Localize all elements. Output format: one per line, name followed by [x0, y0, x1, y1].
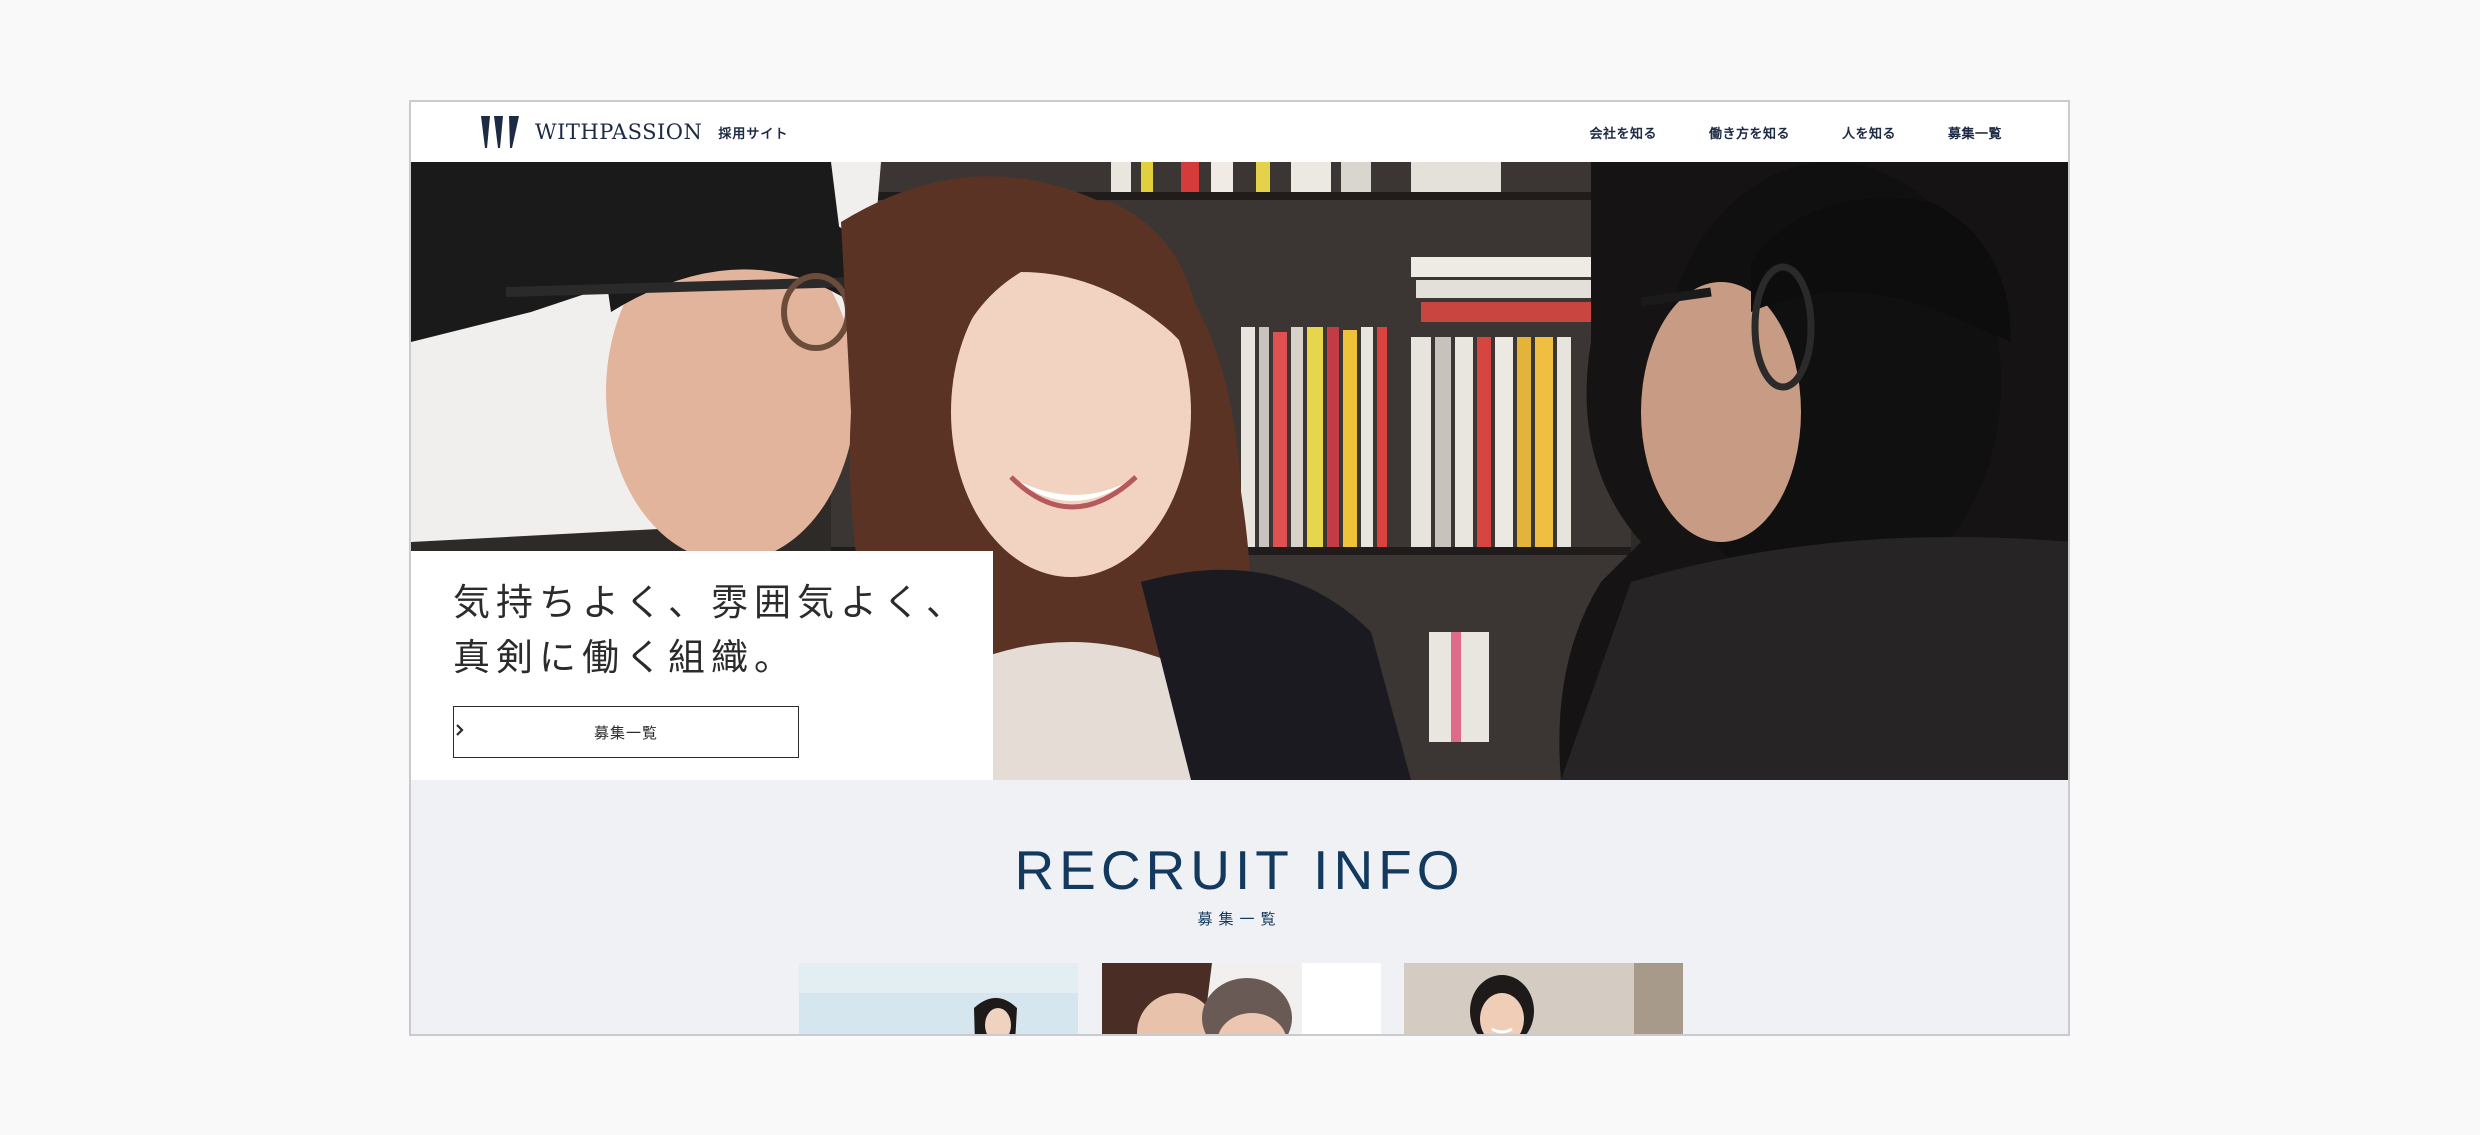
section-subtitle: 募集一覧: [1197, 910, 1282, 928]
logo-subtitle: 採用サイト: [718, 126, 789, 142]
job-card-thumbnail-2[interactable]: [1102, 963, 1381, 1034]
recruit-info-section: RECRUIT INFO 募集一覧: [411, 780, 2068, 1034]
hero-message-card: 気持ちよく、雰囲気よく、 真剣に働く組織。 募集一覧: [411, 551, 993, 780]
section-title: RECRUIT INFO: [1014, 839, 1465, 901]
site-logo[interactable]: WITHPASSION 採用サイト: [481, 116, 788, 148]
nav-item-workstyle[interactable]: 働き方を知る: [1709, 123, 1790, 142]
job-photo-2: [1102, 963, 1381, 1034]
nav-item-company[interactable]: 会社を知る: [1589, 123, 1657, 142]
nav-item-jobs[interactable]: 募集一覧: [1948, 123, 2002, 142]
job-photo-1: [799, 963, 1078, 1034]
site-header: WITHPASSION 採用サイト 会社を知る 働き方を知る 人を知る 募集一覧: [411, 102, 2068, 162]
job-list-button-label: 募集一覧: [593, 723, 658, 742]
job-card-thumbnail-3[interactable]: [1404, 963, 1683, 1034]
job-list-button[interactable]: 募集一覧: [453, 706, 799, 758]
main-nav: 会社を知る 働き方を知る 人を知る 募集一覧: [1537, 102, 2002, 162]
withpassion-logo-mark-icon: [481, 116, 519, 148]
nav-item-people[interactable]: 人を知る: [1842, 123, 1896, 142]
browser-page-frame: WITHPASSION 採用サイト 会社を知る 働き方を知る 人を知る 募集一覧: [409, 100, 2070, 1036]
hero-section: 気持ちよく、雰囲気よく、 真剣に働く組織。 募集一覧: [411, 162, 2068, 780]
chevron-right-icon: [456, 724, 464, 736]
hero-headline: 気持ちよく、雰囲気よく、 真剣に働く組織。: [453, 581, 969, 679]
job-photo-3: [1404, 963, 1683, 1034]
logo-wordmark: WITHPASSION: [535, 120, 703, 144]
job-card-thumbnail-1[interactable]: [799, 963, 1078, 1034]
